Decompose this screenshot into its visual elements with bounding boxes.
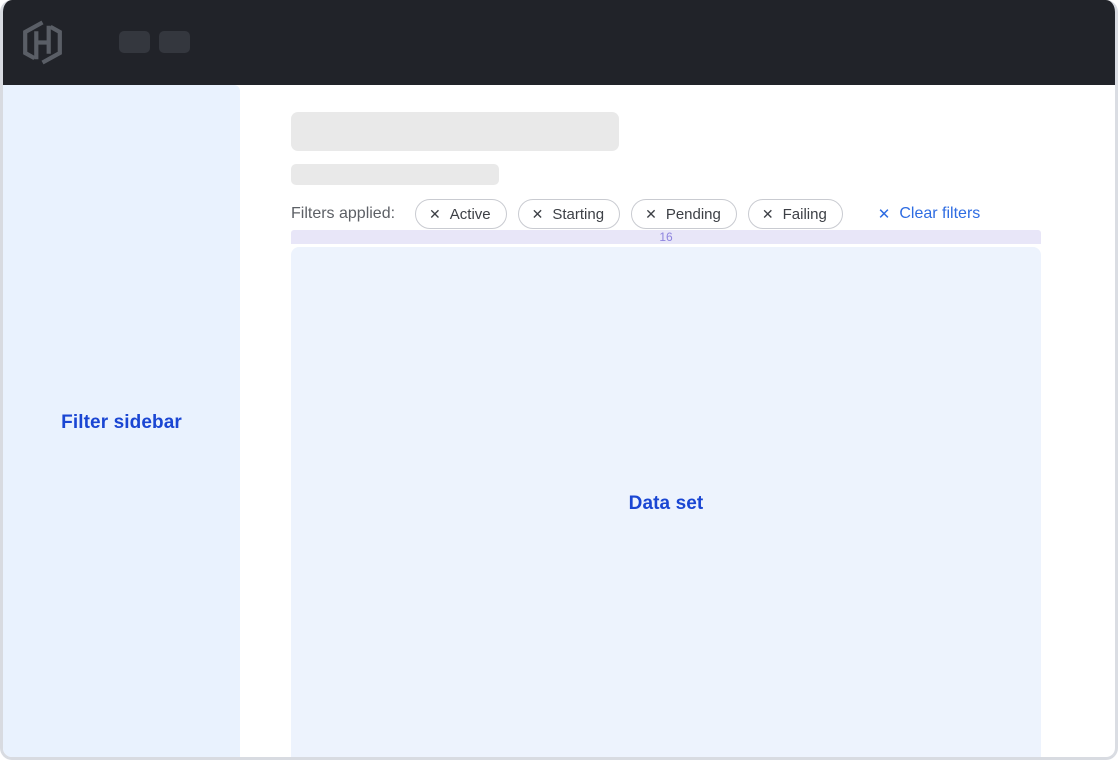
remove-filter-icon[interactable]: ✕ [645, 207, 657, 221]
clear-filters-button[interactable]: ✕ Clear filters [878, 206, 980, 222]
app-window: Filter sidebar Filters applied: ✕ Active… [0, 0, 1118, 760]
filters-applied-label: Filters applied: [291, 205, 395, 223]
hashicorp-logo-icon [22, 20, 63, 65]
filters-applied-row: Filters applied: ✕ Active ✕ Starting ✕ P… [291, 199, 1041, 229]
result-count: 16 [659, 230, 672, 244]
remove-filter-icon[interactable]: ✕ [762, 207, 774, 221]
dataset-label: Data set [629, 493, 704, 515]
filter-chip-starting[interactable]: ✕ Starting [518, 199, 620, 229]
filter-chip-pending[interactable]: ✕ Pending [631, 199, 737, 229]
dataset-area: Data set [291, 247, 1041, 760]
filter-chip-label: Starting [552, 207, 604, 222]
page-subtitle-placeholder [291, 164, 499, 185]
remove-filter-icon[interactable]: ✕ [429, 207, 441, 221]
filter-chip-label: Failing [783, 207, 827, 222]
filter-chip-active[interactable]: ✕ Active [415, 199, 507, 229]
clear-filters-label: Clear filters [899, 206, 980, 222]
filter-chip-failing[interactable]: ✕ Failing [748, 199, 843, 229]
nav-placeholder-item[interactable] [119, 31, 150, 53]
remove-filter-icon[interactable]: ✕ [532, 207, 544, 221]
top-navbar [3, 0, 1115, 85]
filter-sidebar-label: Filter sidebar [61, 412, 182, 434]
result-count-bar: 16 [291, 230, 1041, 244]
clear-filters-icon: ✕ [878, 207, 891, 222]
filter-chip-label: Pending [666, 207, 721, 222]
page-title-placeholder [291, 112, 619, 151]
nav-placeholder-item[interactable] [159, 31, 190, 53]
filter-chip-label: Active [450, 207, 491, 222]
filter-sidebar: Filter sidebar [3, 85, 240, 760]
